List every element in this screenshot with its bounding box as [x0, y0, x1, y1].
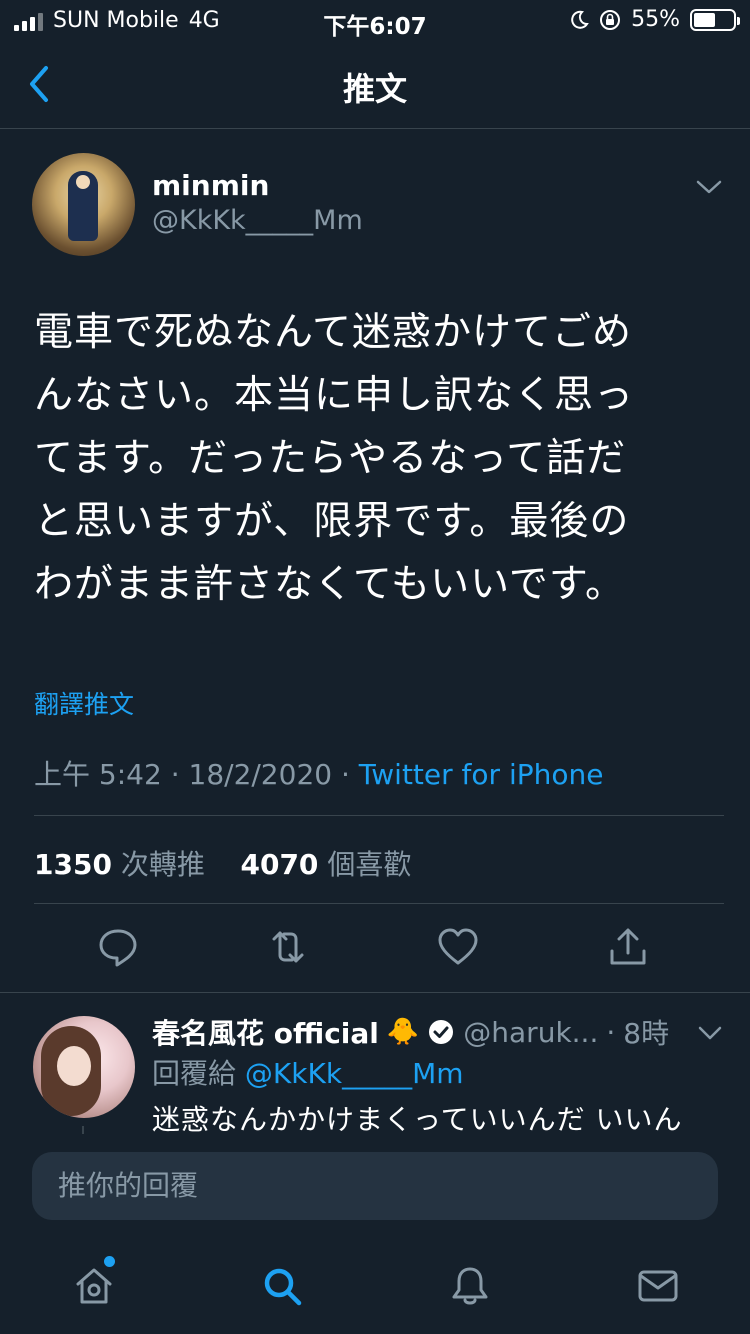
- battery-icon: [690, 8, 740, 31]
- search-icon[interactable]: [260, 1264, 304, 1308]
- battery-fill: [694, 12, 715, 27]
- retweet-icon[interactable]: [266, 925, 310, 969]
- chevron-down-icon[interactable]: [696, 1024, 724, 1042]
- battery-percent: 55%: [631, 7, 680, 32]
- tweet-time: 上午 5:42: [34, 758, 162, 791]
- reply-input[interactable]: 推你的回覆: [32, 1152, 718, 1220]
- divider: [34, 903, 724, 904]
- verified-badge-icon: [429, 1020, 454, 1044]
- author-handle[interactable]: @KkKk_____Mm: [152, 205, 363, 236]
- home-icon[interactable]: [72, 1264, 116, 1308]
- like-label: 個喜歡: [327, 848, 412, 881]
- tab-bar: [0, 1240, 750, 1334]
- translate-link[interactable]: 翻譯推文: [34, 685, 134, 721]
- status-bar: SUN Mobile 4G 下午6:07 55%: [0, 0, 750, 40]
- divider: [0, 992, 750, 993]
- tweet-text-line: わがまま許さなくてもいいです。: [34, 562, 626, 607]
- bell-icon[interactable]: [448, 1264, 492, 1308]
- replying-label: 回覆給: [152, 1057, 237, 1090]
- avatar[interactable]: [32, 153, 135, 256]
- avatar[interactable]: [33, 1016, 135, 1118]
- comment-icon[interactable]: [96, 925, 140, 969]
- reply-tweet[interactable]: 春名風花 official 🐥 @haruk... · 8時 回覆給 @KkKk…: [0, 994, 750, 1134]
- tweet-text: 電車で死ぬなんて迷惑かけてごめ んなさい。本当に申し訳なく思っ てます。だったら…: [34, 301, 724, 616]
- retweet-count: 1350: [34, 848, 112, 881]
- like-stat[interactable]: 4070 個喜歡: [240, 848, 411, 881]
- status-right: 55%: [569, 7, 740, 32]
- compose-bar: 推你的回覆: [0, 1134, 750, 1240]
- chick-emoji: 🐥: [386, 1017, 420, 1047]
- chevron-down-icon[interactable]: [694, 177, 724, 197]
- heart-icon[interactable]: [436, 925, 480, 969]
- share-icon[interactable]: [606, 925, 650, 969]
- tweet-text-line: 電車で死ぬなんて迷惑かけてごめ: [34, 310, 633, 355]
- nav-header: 推文: [0, 40, 750, 129]
- orientation-lock-icon: [600, 9, 621, 30]
- thread-line: [82, 1126, 84, 1134]
- moon-icon: [571, 10, 589, 29]
- tweet-source-link[interactable]: Twitter for iPhone: [359, 758, 604, 791]
- retweet-label: 次轉推: [120, 848, 205, 881]
- tweet-date: 18/2/2020: [188, 758, 333, 791]
- reply-header: 春名風花 official 🐥 @haruk... · 8時: [152, 1012, 669, 1052]
- like-count: 4070: [240, 848, 319, 881]
- tweet-text-line: んなさい。本当に申し訳なく思っ: [34, 373, 635, 418]
- tweet-actions: [0, 925, 750, 969]
- reply-author-handle[interactable]: @haruk...: [463, 1016, 598, 1049]
- tweet-text-line: と思いますが、限界です。最後の: [34, 499, 630, 544]
- reply-text: 迷惑なんかかけまくっていいんだ いいん: [152, 1103, 683, 1134]
- mail-icon[interactable]: [636, 1264, 680, 1308]
- reply-author-name[interactable]: 春名風花 official: [152, 1012, 379, 1052]
- page-title: 推文: [342, 70, 407, 108]
- replying-to-handle[interactable]: @KkKk_____Mm: [245, 1057, 464, 1090]
- divider: [34, 815, 724, 816]
- tweet-meta: 上午 5:42 · 18/2/2020 · Twitter for iPhone: [34, 758, 604, 791]
- replying-to: 回覆給 @KkKk_____Mm: [152, 1052, 464, 1092]
- reply-time: 8時: [623, 1017, 670, 1050]
- tweet-text-line: てます。だったらやるなって話だ: [34, 436, 627, 481]
- retweet-stat[interactable]: 1350 次轉推: [34, 848, 205, 881]
- tweet-stats: 1350 次轉推 4070 個喜歡: [34, 843, 411, 883]
- author-name[interactable]: minmin: [152, 169, 269, 202]
- new-content-dot: [104, 1256, 115, 1267]
